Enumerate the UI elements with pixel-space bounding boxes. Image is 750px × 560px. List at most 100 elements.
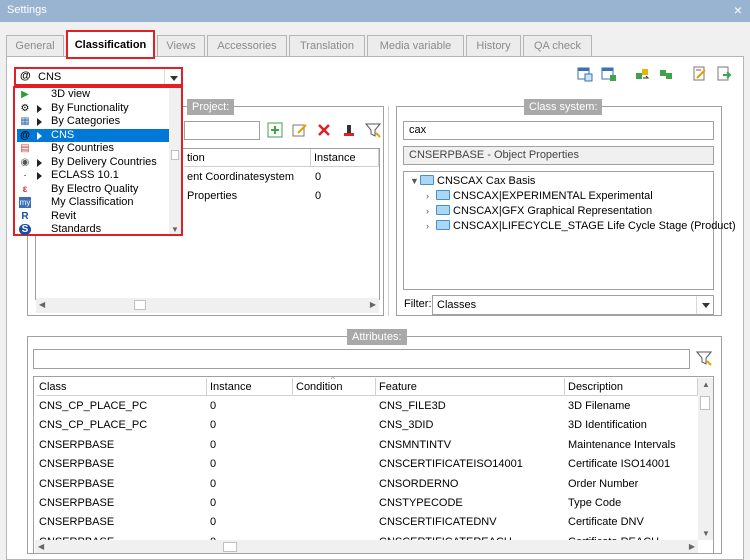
filter-icon[interactable] <box>365 122 381 138</box>
export-icon[interactable] <box>634 66 650 82</box>
table-row[interactable]: CNS_CP_PLACE_PC 0 CNS_3DID 3D Identificatio… <box>34 416 698 435</box>
project-row-1-name[interactable]: Properties <box>184 187 311 206</box>
cell-class: CNS_CP_PLACE_PC <box>39 400 148 412</box>
tab-translation[interactable]: Translation <box>289 35 365 56</box>
window-add-icon[interactable] <box>601 66 617 82</box>
chevron-down-icon[interactable] <box>696 296 713 314</box>
cell-instance: 0 <box>210 458 217 471</box>
classification-select[interactable]: @ CNS <box>14 67 183 86</box>
class-search-input[interactable]: cax <box>403 121 714 140</box>
attributes-caption: Attributes: <box>347 329 407 345</box>
attributes-hscroll-thumb[interactable] <box>223 542 237 552</box>
dropdown-item-eclass-10-1[interactable]: · ECLASS 10.1 <box>17 169 169 183</box>
tab-media-variable[interactable]: Media variable <box>367 35 464 56</box>
classification-dropdown-list[interactable]: ▶ 3D view ⚙ By Functionality ▦ By Categorie… <box>13 86 183 236</box>
pin-icon[interactable] <box>341 122 357 138</box>
panel-splitter[interactable] <box>388 106 389 316</box>
cell-condition <box>293 436 376 455</box>
cell-condition <box>293 397 376 416</box>
attributes-hscrollbar[interactable]: ◀ ▶ <box>35 540 698 553</box>
chevron-right-icon[interactable]: › <box>426 204 436 219</box>
tab-general[interactable]: General <box>6 35 64 56</box>
cell-instance: 0 <box>210 438 217 451</box>
project-search-input[interactable] <box>184 121 260 140</box>
project-hscrollbar[interactable]: ◀ ▶ <box>36 298 379 313</box>
dropdown-item-cns[interactable]: @ CNS <box>17 128 169 142</box>
chevron-down-icon[interactable] <box>164 69 181 84</box>
cell-feature: CNSCERTIFICATEISO14001 <box>379 458 523 471</box>
class-system-caption: Class system: <box>524 99 603 115</box>
header-class[interactable]: Class <box>36 378 207 396</box>
dropdown-item-standards[interactable]: S Standards <box>17 223 169 237</box>
filter-select[interactable]: Classes <box>432 295 714 315</box>
chevron-right-icon[interactable]: › <box>426 189 436 204</box>
dropdown-item-by-categories[interactable]: ▦ By Categories <box>17 115 169 129</box>
tree-node-root[interactable]: ▼ CNSCAX Cax Basis <box>410 174 535 189</box>
table-row[interactable]: CNS_CP_PLACE_PC 0 CNS_FILE3D 3D Filename <box>34 397 698 416</box>
header-instance[interactable]: Instance <box>207 378 293 396</box>
table-row[interactable]: CNSERPBASE 0 CNSCERTIFICATEDNV Certificate … <box>34 513 698 532</box>
import-icon[interactable] <box>658 66 674 82</box>
dropdown-item-3d-view[interactable]: ▶ 3D view <box>17 88 169 102</box>
attributes-vscroll-thumb[interactable] <box>700 396 710 410</box>
dropdown-item-my-classification[interactable]: my My Classification <box>17 196 169 210</box>
scroll-up-icon[interactable]: ▲ <box>702 380 710 389</box>
cell-feature: CNSTYPECODE <box>379 497 463 509</box>
expand-arrow-icon[interactable] <box>37 118 42 126</box>
tree-node-experimental[interactable]: › CNSCAX|EXPERIMENTAL Experimental <box>426 189 653 204</box>
attributes-search-input[interactable] <box>33 349 690 369</box>
delete-icon[interactable] <box>316 122 332 138</box>
cell-condition <box>293 455 376 474</box>
cell-feature: CNSORDERNO <box>379 477 459 490</box>
table-row[interactable]: CNSERPBASE 0 CNSORDERNO Order Number <box>34 475 698 494</box>
table-row[interactable]: CNSERPBASE 0 CNSTYPECODE Type Code <box>34 494 698 513</box>
tab-qa-check[interactable]: QA check <box>523 35 592 56</box>
dropdown-scrollbar-thumb[interactable] <box>171 150 179 160</box>
dropdown-item-by-electro-quality[interactable]: ε By Electro Quality <box>17 183 169 197</box>
countries-icon: ▤ <box>20 143 30 154</box>
tab-views[interactable]: Views <box>157 35 205 56</box>
chevron-right-icon[interactable]: › <box>426 219 436 234</box>
dropdown-item-by-functionality[interactable]: ⚙ By Functionality <box>17 102 169 116</box>
tree-node-gfx[interactable]: › CNSCAX|GFX Graphical Representation <box>426 204 652 219</box>
dropdown-scrollbar[interactable]: ▼ <box>169 88 181 234</box>
dropdown-item-revit[interactable]: R Revit <box>17 210 169 224</box>
scroll-down-icon[interactable]: ▼ <box>171 225 179 234</box>
project-hscroll-thumb[interactable] <box>134 300 146 310</box>
header-feature[interactable]: Feature <box>376 378 565 396</box>
filter-icon[interactable] <box>696 350 712 366</box>
tab-history[interactable]: History <box>466 35 521 56</box>
attributes-vscrollbar[interactable]: ▲ ▼ <box>698 378 713 540</box>
add-icon[interactable] <box>267 122 283 138</box>
table-row[interactable]: CNSERPBASE 0 CNSCERTIFICATEISO14001 Certifi… <box>34 455 698 474</box>
project-row-0-name[interactable]: ent Coordinatesystem <box>184 168 311 187</box>
chevron-down-icon[interactable]: ▼ <box>410 174 420 189</box>
dropdown-item-by-countries[interactable]: ▤ By Countries <box>17 142 169 156</box>
expand-arrow-icon[interactable] <box>37 172 42 180</box>
project-header-name[interactable]: tion <box>184 149 311 167</box>
scroll-right-icon[interactable]: ▶ <box>370 300 376 309</box>
cell-class: CNSERPBASE <box>39 477 115 490</box>
table-row[interactable]: CNSERPBASE 0 CNSMNTINTV Maintenance Interva… <box>34 436 698 455</box>
expand-arrow-icon[interactable] <box>37 104 42 113</box>
scroll-left-icon[interactable]: ◀ <box>39 300 45 309</box>
cell-condition <box>293 416 376 435</box>
edit-icon[interactable] <box>292 122 308 138</box>
expand-arrow-icon[interactable] <box>37 131 42 140</box>
tab-classification[interactable]: Classification <box>66 30 155 59</box>
tab-accessories[interactable]: Accessories <box>207 35 287 56</box>
dropdown-item-by-delivery-countries[interactable]: ◉ By Delivery Countries <box>17 156 169 170</box>
window-list-icon[interactable] <box>577 66 593 82</box>
cell-instance: 0 <box>210 516 217 529</box>
tree-node-lifecycle-stage[interactable]: › CNSCAX|LIFECYCLE_STAGE Life Cycle Stage… <box>426 219 736 234</box>
close-icon[interactable]: × <box>734 2 742 18</box>
project-header-instance[interactable]: Instance <box>311 149 379 167</box>
expand-arrow-icon[interactable] <box>37 158 42 167</box>
document-export-icon[interactable] <box>716 66 732 82</box>
edit-document-icon[interactable] <box>692 66 708 82</box>
header-description[interactable]: Description <box>565 378 698 396</box>
scroll-down-icon[interactable]: ▼ <box>702 529 710 538</box>
cell-description: Type Code <box>568 497 622 509</box>
scroll-left-icon[interactable]: ◀ <box>38 542 44 551</box>
scroll-right-icon[interactable]: ▶ <box>689 542 695 551</box>
